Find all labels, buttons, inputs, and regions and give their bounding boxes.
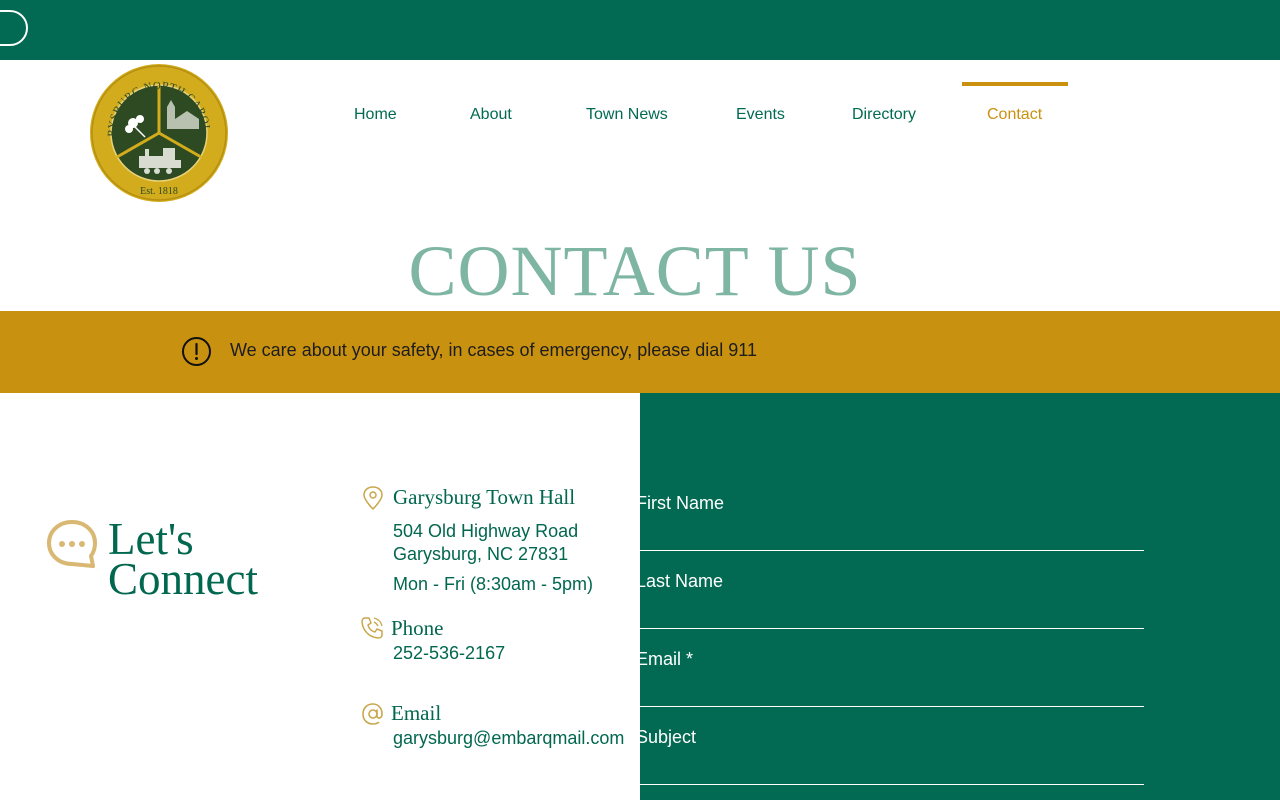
subject-field-group: Subject	[640, 727, 1144, 787]
at-sign-icon	[362, 703, 383, 725]
exclamation-circle-icon	[182, 337, 211, 366]
subject-input[interactable]	[640, 755, 1144, 785]
last-name-field-group: Last Name	[640, 571, 1144, 631]
lets-connect-line2: Connect	[108, 554, 258, 604]
address-line1: 504 Old Highway Road	[393, 521, 579, 541]
map-pin-icon	[363, 486, 383, 511]
address-line2: Garysburg, NC 27831	[393, 544, 569, 564]
town-hall-heading: Garysburg Town Hall	[393, 485, 576, 509]
first-name-input[interactable]	[640, 521, 1144, 551]
email-input[interactable]	[640, 677, 1144, 707]
lets-connect-heading: Let's Connect	[108, 514, 258, 604]
phone-icon	[361, 617, 383, 639]
first-name-field-group: First Name	[640, 493, 1144, 553]
top-bar	[0, 0, 1280, 60]
email-heading: Email	[391, 701, 442, 725]
alert-message: We care about your safety, in cases of e…	[230, 340, 757, 360]
nav-item-home[interactable]: Home	[354, 106, 397, 124]
nav-item-contact[interactable]: Contact	[987, 106, 1042, 124]
first-name-label: First Name	[640, 493, 725, 513]
nav-item-about[interactable]: About	[470, 106, 512, 124]
svg-text:Est. 1818: Est. 1818	[140, 186, 178, 197]
page-title: CONTACT US	[408, 231, 862, 311]
email-field-group: Email *	[640, 649, 1144, 709]
last-name-input[interactable]	[640, 599, 1144, 629]
email-address-link[interactable]: garysburg@embarqmail.com	[393, 728, 624, 749]
phone-heading: Phone	[391, 616, 444, 640]
phone-number-link[interactable]: 252-536-2167	[393, 643, 505, 664]
email-label: Email *	[640, 649, 694, 669]
contact-info-panel: Let's Connect Garysburg Town Hall 504 Ol…	[0, 393, 640, 800]
subject-label: Subject	[640, 727, 697, 747]
top-bar-pill-button[interactable]	[0, 10, 28, 46]
last-name-label: Last Name	[640, 571, 724, 591]
chat-bubble-icon	[47, 520, 97, 568]
nav-item-events[interactable]: Events	[736, 106, 785, 124]
nav-item-town-news[interactable]: Town News	[586, 106, 668, 124]
main-nav: Home About Town News Events Directory Co…	[0, 60, 1280, 170]
contact-form-panel: First Name Last Name Email * Subject	[640, 393, 1280, 800]
nav-active-indicator	[962, 82, 1068, 86]
nav-item-directory[interactable]: Directory	[852, 106, 916, 124]
lets-connect-line1: Let's	[108, 514, 194, 564]
office-hours: Mon - Fri (8:30am - 5pm)	[393, 574, 594, 594]
emergency-alert-banner: We care about your safety, in cases of e…	[0, 311, 1280, 393]
